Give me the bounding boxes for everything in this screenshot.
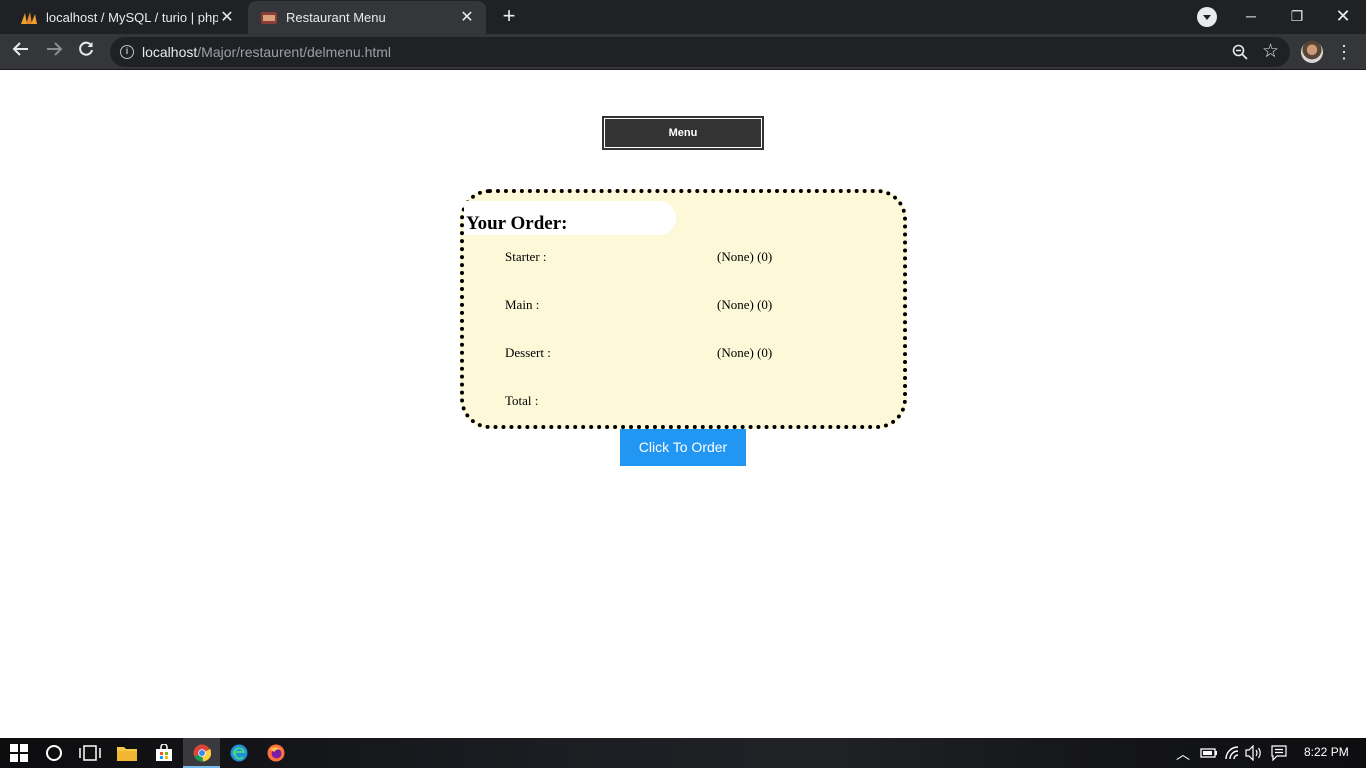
restore-icon[interactable]: ❐	[1274, 0, 1320, 32]
url-text: localhost/Major/restaurent/delmenu.html	[142, 44, 391, 60]
minimize-icon[interactable]: ─	[1228, 0, 1274, 32]
total-label: Total :	[505, 393, 539, 408]
edge-icon[interactable]	[227, 741, 251, 765]
tab-search-icon[interactable]	[1197, 7, 1217, 27]
browser-toolbar: i localhost/Major/restaurent/delmenu.htm…	[0, 34, 1366, 70]
zoom-out-icon[interactable]	[1232, 44, 1248, 60]
tab-title: localhost / MySQL / turio | phpM	[46, 10, 218, 25]
tab-title: Restaurant Menu	[286, 10, 386, 25]
profile-avatar[interactable]	[1301, 41, 1323, 63]
close-icon[interactable]: ✕	[218, 9, 236, 27]
task-view-icon[interactable]	[78, 741, 102, 765]
url-path: /Major/restaurent/delmenu.html	[197, 44, 392, 60]
close-icon[interactable]: ✕	[458, 9, 476, 27]
starter-label: Starter :	[505, 249, 547, 264]
tab-phpmyadmin[interactable]: localhost / MySQL / turio | phpM ✕	[8, 1, 246, 34]
tray-chevron-icon[interactable]: ︿	[1176, 744, 1190, 764]
window-close-icon[interactable]: ✕	[1320, 0, 1366, 32]
starter-value: (None) (0)	[717, 249, 773, 264]
clock-time[interactable]: 8:22 PM	[1304, 745, 1349, 759]
browser-tab-bar: localhost / MySQL / turio | phpM ✕ Resta…	[0, 0, 1366, 34]
info-icon[interactable]: i	[120, 45, 134, 59]
menu-button[interactable]: Menu	[602, 116, 764, 150]
main-label: Main :	[505, 297, 540, 312]
restaurant-icon	[260, 9, 278, 27]
url-host: localhost	[142, 44, 198, 60]
windows-taskbar: ︿ 8:22 PM	[0, 738, 1366, 768]
phpmyadmin-icon	[20, 9, 38, 27]
battery-icon[interactable]	[1197, 741, 1221, 765]
store-icon[interactable]	[152, 741, 176, 765]
main-value: (None) (0)	[717, 297, 773, 312]
volume-icon[interactable]	[1242, 741, 1266, 765]
dessert-value: (None) (0)	[717, 345, 773, 360]
order-title: Your Order:	[466, 213, 568, 234]
menu-kebab-icon[interactable]: ⋮	[1334, 40, 1354, 64]
bookmark-star-icon[interactable]: ☆	[1262, 40, 1279, 63]
new-tab-button[interactable]: +	[497, 5, 521, 29]
page-content: Menu Your Order: Starter : (None) (0) Ma…	[0, 71, 1366, 738]
forward-icon[interactable]	[42, 40, 66, 64]
firefox-icon[interactable]	[264, 741, 288, 765]
back-icon[interactable]	[9, 40, 33, 64]
chrome-icon[interactable]	[190, 741, 214, 765]
reload-icon[interactable]	[74, 40, 98, 64]
windows-start-icon[interactable]	[7, 741, 31, 765]
file-explorer-icon[interactable]	[115, 741, 139, 765]
tab-restaurant-menu[interactable]: Restaurant Menu ✕	[248, 1, 486, 34]
address-bar[interactable]: i localhost/Major/restaurent/delmenu.htm…	[110, 37, 1290, 67]
order-summary-box: Your Order: Starter : (None) (0) Main : …	[460, 189, 907, 429]
dessert-label: Dessert :	[505, 345, 551, 360]
click-to-order-button[interactable]: Click To Order	[620, 429, 746, 466]
action-center-icon[interactable]	[1267, 741, 1291, 765]
wifi-icon[interactable]	[1220, 741, 1244, 765]
cortana-search-icon[interactable]	[42, 741, 66, 765]
